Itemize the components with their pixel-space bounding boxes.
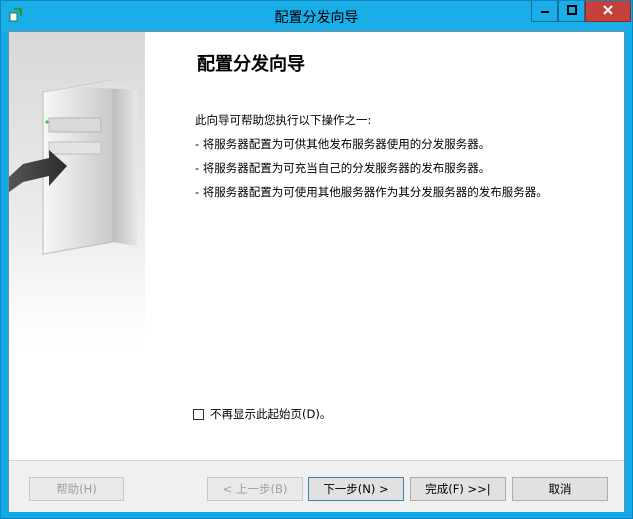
server-arrow-illustration <box>9 79 145 460</box>
dont-show-again-label: 不再显示此起始页(D)。 <box>210 407 332 421</box>
minimize-icon <box>540 4 550 18</box>
operations-list: - 将服务器配置为可供其他发布服务器使用的分发服务器。 - 将服务器配置为可充当… <box>195 136 548 208</box>
minimize-button[interactable] <box>531 1 558 22</box>
close-button[interactable] <box>585 1 631 22</box>
wizard-client-area: 配置分发向导 此向导可帮助您执行以下操作之一: - 将服务器配置为可供其他发布服… <box>8 31 625 512</box>
intro-text: 此向导可帮助您执行以下操作之一: <box>195 113 372 127</box>
next-button[interactable]: 下一步(N) > <box>308 477 404 501</box>
back-button[interactable]: < 上一步(B) <box>207 477 303 501</box>
button-bar: 帮助(H) < 上一步(B) 下一步(N) > 完成(F) >>| 取消 <box>9 460 624 512</box>
list-item: - 将服务器配置为可充当自己的分发服务器的发布服务器。 <box>195 161 491 175</box>
wizard-side-graphic <box>9 32 145 460</box>
help-button[interactable]: 帮助(H) <box>29 477 124 501</box>
wizard-window: 配置分发向导 配置分发向导 此向导可帮助您执行以下操作之一: - 将服务器配置为… <box>0 0 633 519</box>
page-heading: 配置分发向导 <box>197 54 305 75</box>
list-item: - 将服务器配置为可供其他发布服务器使用的分发服务器。 <box>195 137 491 151</box>
dont-show-again-checkbox[interactable] <box>193 408 204 420</box>
wizard-content: 配置分发向导 此向导可帮助您执行以下操作之一: - 将服务器配置为可供其他发布服… <box>145 32 624 460</box>
maximize-icon <box>566 4 577 18</box>
maximize-button[interactable] <box>558 1 585 22</box>
close-icon <box>602 4 614 19</box>
dont-show-again-option[interactable]: 不再显示此起始页(D)。 <box>193 406 331 422</box>
list-item: - 将服务器配置为可使用其他服务器作为其分发服务器的发布服务器。 <box>195 185 548 199</box>
cancel-button[interactable]: 取消 <box>512 477 608 501</box>
title-bar[interactable]: 配置分发向导 <box>1 1 632 31</box>
finish-button[interactable]: 完成(F) >>| <box>410 477 506 501</box>
